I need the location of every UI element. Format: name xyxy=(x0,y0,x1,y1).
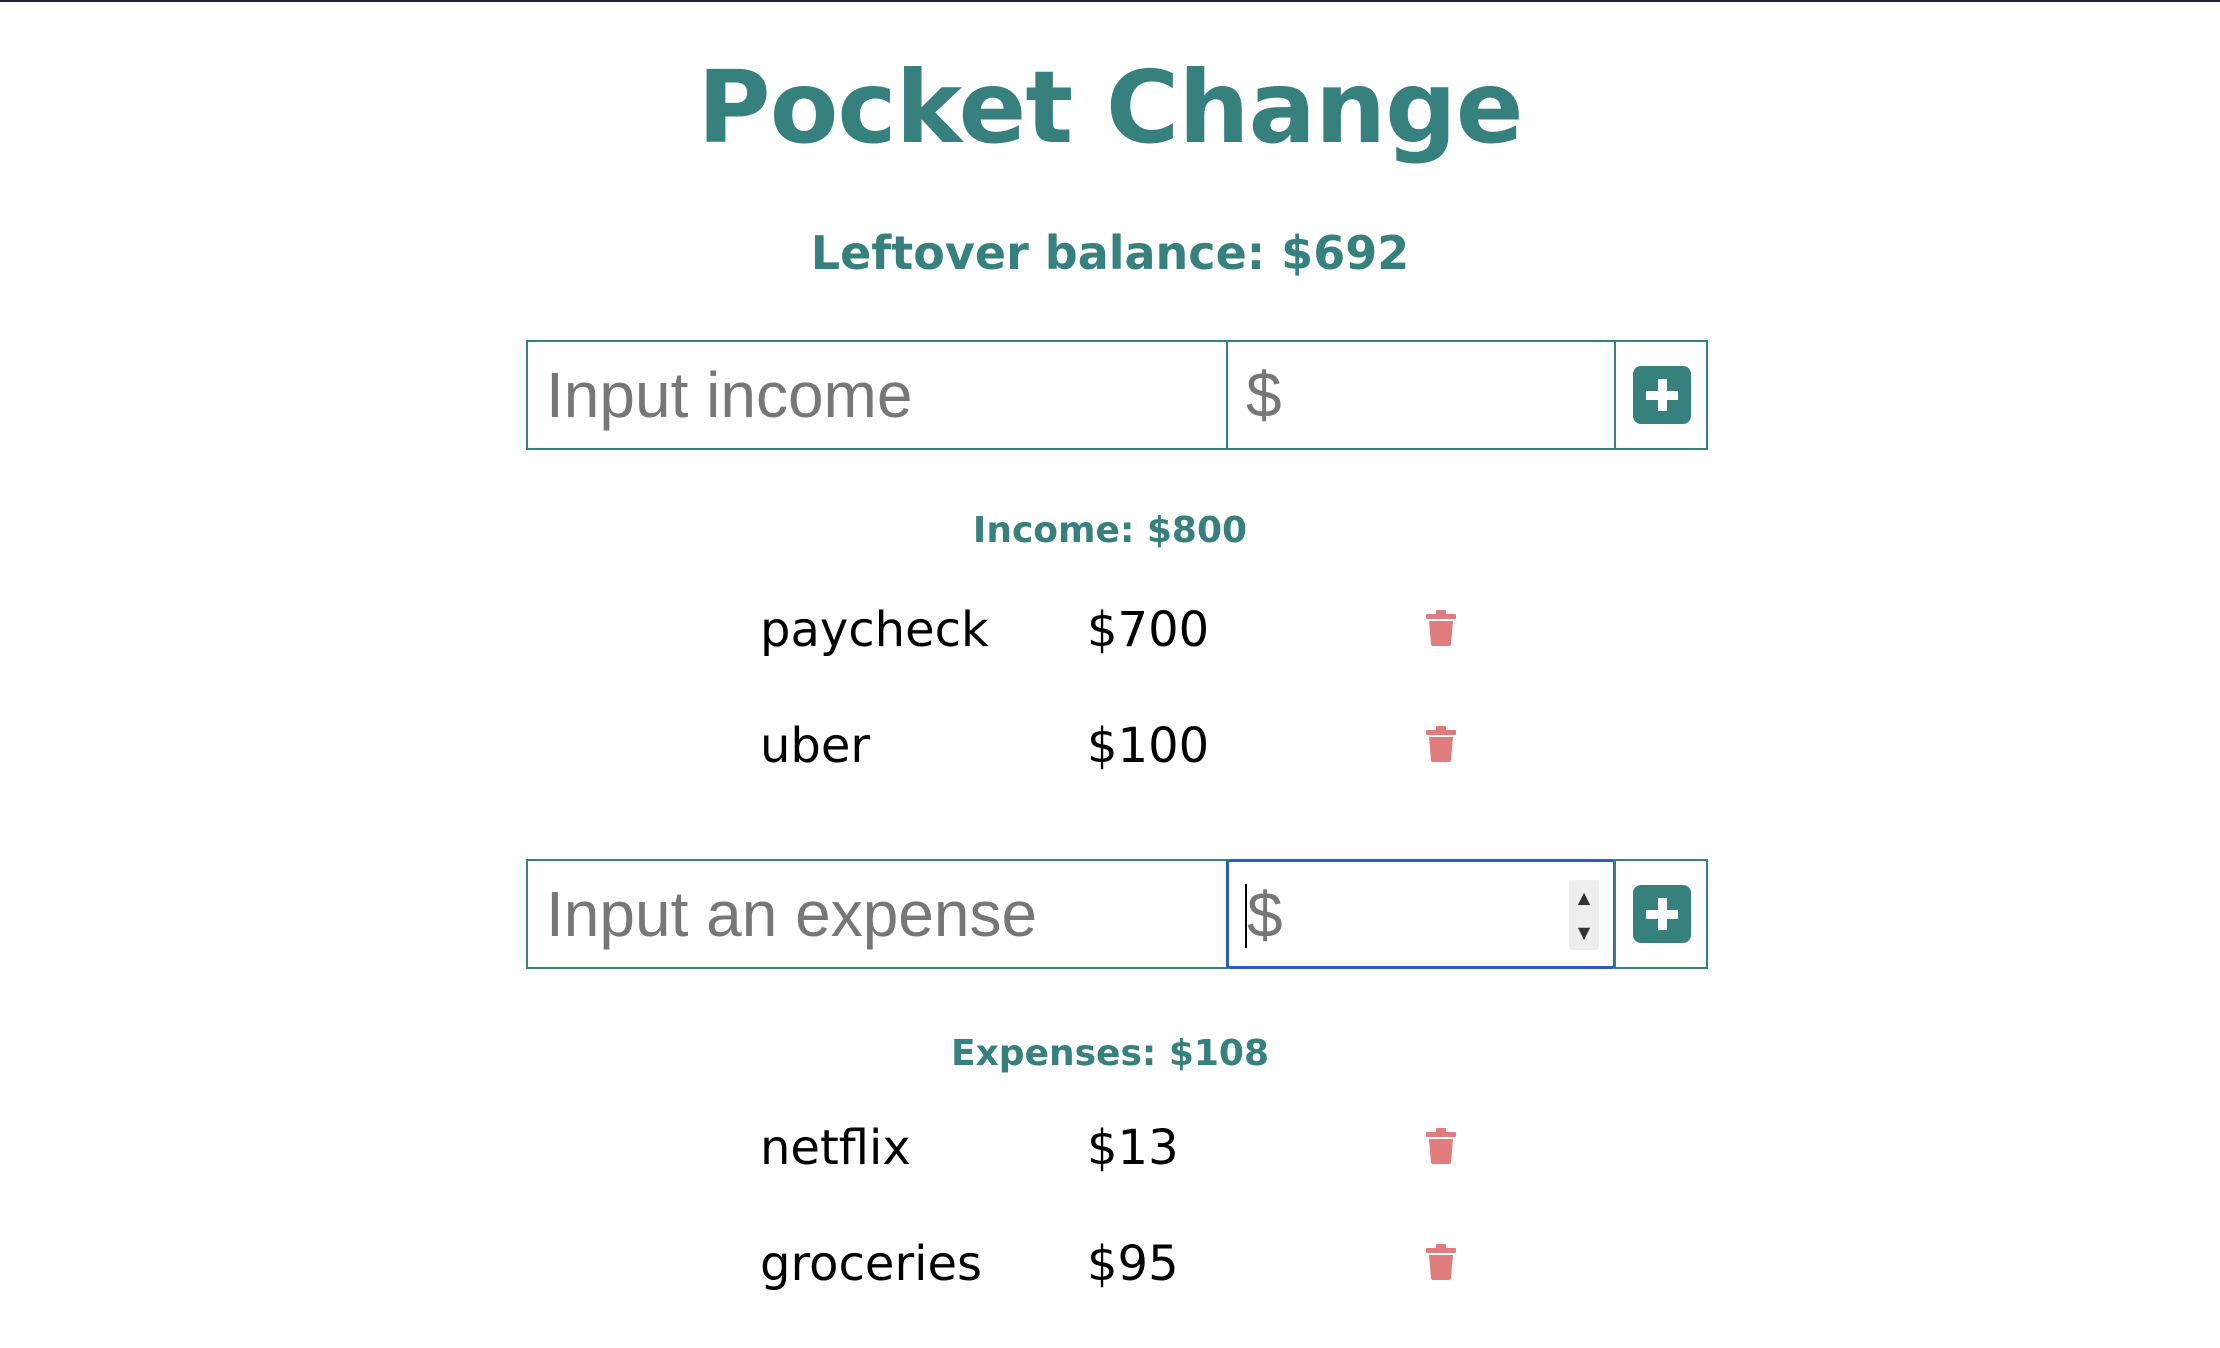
income-list-item: uber $100 xyxy=(760,706,1480,786)
expenses-total: Expenses: $108 xyxy=(950,1033,1270,1074)
expense-list-item: groceries $95 xyxy=(760,1224,1480,1304)
income-form: Input income $ xyxy=(526,340,1708,450)
income-item-amount: $700 xyxy=(1087,602,1210,658)
income-list-item: paycheck $700 xyxy=(760,590,1480,670)
spin-up-icon[interactable]: ▲ xyxy=(1569,880,1599,915)
expense-item-name: netflix xyxy=(760,1120,911,1176)
expense-name-placeholder: Input an expense xyxy=(546,878,1038,950)
income-item-name: paycheck xyxy=(760,602,989,658)
expense-item-amount: $13 xyxy=(1087,1120,1179,1176)
number-spinner[interactable]: ▲ ▼ xyxy=(1569,880,1599,950)
trash-icon[interactable] xyxy=(1426,726,1456,762)
trash-icon[interactable] xyxy=(1426,1244,1456,1280)
app-title: Pocket Change xyxy=(697,49,1523,166)
income-amount-input[interactable]: $ xyxy=(1226,340,1616,450)
trash-icon[interactable] xyxy=(1426,610,1456,646)
income-name-placeholder: Input income xyxy=(546,359,913,431)
add-expense-button[interactable] xyxy=(1614,859,1708,969)
expense-name-input[interactable]: Input an expense xyxy=(526,859,1228,969)
income-item-name: uber xyxy=(760,718,871,774)
income-amount-placeholder: $ xyxy=(1246,359,1282,431)
add-income-button[interactable] xyxy=(1614,340,1708,450)
expense-amount-placeholder: $ xyxy=(1247,879,1283,951)
spin-down-icon[interactable]: ▼ xyxy=(1569,915,1599,950)
expense-list-item: netflix $13 xyxy=(760,1108,1480,1188)
income-item-amount: $100 xyxy=(1087,718,1210,774)
expense-item-name: groceries xyxy=(760,1236,983,1292)
expense-item-amount: $95 xyxy=(1087,1236,1179,1292)
income-name-input[interactable]: Input income xyxy=(526,340,1228,450)
expense-form: Input an expense $ ▲ ▼ xyxy=(526,859,1708,969)
plus-square-icon xyxy=(1633,885,1691,943)
income-total: Income: $800 xyxy=(972,510,1248,551)
plus-square-icon xyxy=(1633,366,1691,424)
expense-amount-input[interactable]: $ ▲ ▼ xyxy=(1226,859,1616,969)
leftover-balance: Leftover balance: $692 xyxy=(810,226,1410,280)
trash-icon[interactable] xyxy=(1426,1128,1456,1164)
top-border xyxy=(0,0,2220,2)
